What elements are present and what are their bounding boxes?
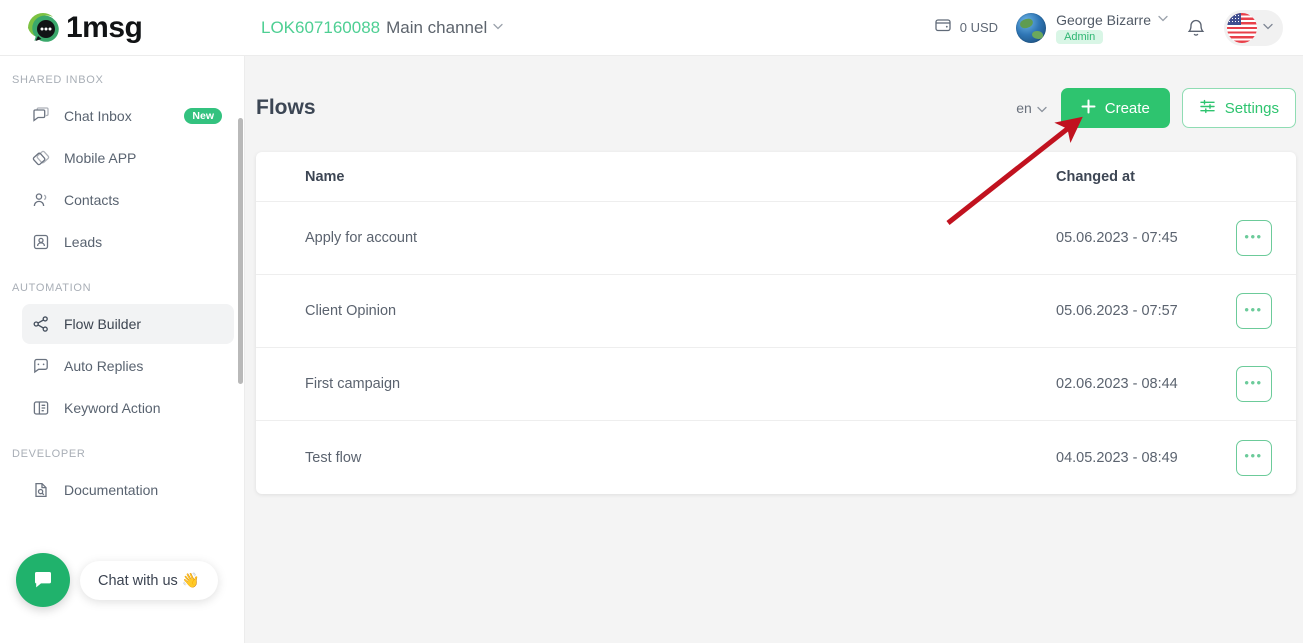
flow-name: First campaign bbox=[305, 376, 401, 392]
sidebar-item-mobile-app[interactable]: Mobile APP bbox=[22, 138, 234, 178]
sidebar-item-label: Leads bbox=[64, 234, 103, 250]
flow-changed-at: 05.06.2023 - 07:57 bbox=[1056, 303, 1178, 319]
sidebar-item-label: Keyword Action bbox=[64, 400, 161, 416]
create-button[interactable]: Create bbox=[1060, 88, 1170, 128]
contacts-icon bbox=[32, 191, 50, 209]
channel-selector[interactable]: LOK607160088 Main channel bbox=[261, 18, 503, 38]
brand-logo[interactable]: 1msg bbox=[0, 0, 245, 56]
chat-bubble-icon bbox=[32, 107, 50, 125]
wallet-icon bbox=[934, 16, 952, 39]
top-bar: 1msg LOK607160088 Main channel 0 USD Geo… bbox=[0, 0, 1303, 56]
page-title: Flows bbox=[256, 96, 316, 119]
settings-button[interactable]: Settings bbox=[1181, 88, 1296, 128]
sidebar-section-automation: AUTOMATION bbox=[12, 282, 92, 294]
sidebar-item-keyword-action[interactable]: Keyword Action bbox=[22, 388, 234, 428]
page-header: Flows en Create Settings bbox=[245, 56, 1303, 134]
sidebar-item-label: Chat Inbox bbox=[64, 108, 132, 124]
chevron-down-icon bbox=[1158, 14, 1168, 25]
table-header-row: Name Changed at bbox=[256, 152, 1296, 202]
language-selector[interactable] bbox=[1224, 9, 1283, 46]
chevron-down-icon bbox=[1037, 100, 1047, 116]
auto-replies-icon bbox=[32, 357, 50, 375]
flow-changed-at: 05.06.2023 - 07:45 bbox=[1056, 230, 1178, 246]
flow-changed-at: 02.06.2023 - 08:44 bbox=[1056, 376, 1178, 392]
sidebar-item-label: Mobile APP bbox=[64, 150, 137, 166]
chat-widget: Chat with us 👋 bbox=[16, 553, 218, 607]
user-role-badge: Admin bbox=[1056, 29, 1104, 44]
row-actions-button[interactable]: ••• bbox=[1235, 220, 1272, 256]
sidebar-section-shared-inbox: SHARED INBOX bbox=[12, 74, 104, 86]
share-nodes-icon bbox=[32, 315, 50, 333]
keyword-icon bbox=[32, 399, 50, 417]
table-row[interactable]: Test flow 04.05.2023 - 08:49 ••• bbox=[256, 421, 1296, 494]
mobile-app-icon bbox=[32, 149, 50, 167]
sidebar-item-auto-replies[interactable]: Auto Replies bbox=[22, 346, 234, 386]
table-row[interactable]: First campaign 02.06.2023 - 08:44 ••• bbox=[256, 348, 1296, 421]
create-button-label: Create bbox=[1104, 99, 1150, 117]
chevron-down-icon bbox=[493, 22, 503, 33]
leads-icon bbox=[32, 233, 50, 251]
sidebar-item-chat-inbox[interactable]: Chat Inbox New bbox=[22, 96, 234, 136]
sidebar-item-leads[interactable]: Leads bbox=[22, 222, 234, 262]
bell-icon[interactable] bbox=[1186, 17, 1206, 38]
row-actions-button[interactable]: ••• bbox=[1235, 366, 1272, 402]
chevron-down-icon bbox=[1263, 22, 1273, 33]
row-actions-button[interactable]: ••• bbox=[1235, 439, 1272, 476]
flow-name: Apply for account bbox=[305, 230, 418, 246]
1msg-logo-icon bbox=[24, 10, 64, 46]
main-content: Flows en Create Settings Name Changed at… bbox=[245, 56, 1303, 643]
brand-name: 1msg bbox=[66, 10, 143, 44]
new-badge: New bbox=[184, 108, 222, 124]
plus-icon bbox=[1081, 99, 1096, 118]
earth-avatar bbox=[1016, 12, 1047, 43]
chat-icon[interactable] bbox=[16, 553, 70, 607]
flow-name: Client Opinion bbox=[305, 303, 397, 319]
wallet-amount: 0 USD bbox=[959, 20, 999, 35]
column-header-name: Name bbox=[305, 168, 345, 185]
sidebar-section-developer: DEVELOPER bbox=[12, 448, 86, 460]
flows-table: Name Changed at Apply for account 05.06.… bbox=[256, 152, 1296, 494]
sliders-icon bbox=[1199, 98, 1216, 119]
sidebar-item-label: Auto Replies bbox=[64, 358, 144, 374]
sidebar-item-label: Contacts bbox=[64, 192, 120, 208]
content-language-value: en bbox=[1016, 100, 1032, 116]
sidebar-item-label: Documentation bbox=[64, 482, 159, 498]
us-flag-icon bbox=[1227, 12, 1257, 43]
user-menu[interactable]: George Bizarre Admin bbox=[1016, 12, 1168, 44]
channel-id: LOK607160088 bbox=[261, 17, 381, 37]
sidebar-item-label: Flow Builder bbox=[64, 316, 142, 332]
channel-name: Main channel bbox=[386, 17, 488, 37]
column-header-changed-at: Changed at bbox=[1056, 168, 1135, 185]
flow-changed-at: 04.05.2023 - 08:49 bbox=[1056, 449, 1178, 466]
row-actions-button[interactable]: ••• bbox=[1235, 293, 1272, 329]
wallet-balance[interactable]: 0 USD bbox=[934, 16, 998, 39]
chat-with-us-label[interactable]: Chat with us 👋 bbox=[80, 560, 218, 600]
table-row[interactable]: Client Opinion 05.06.2023 - 07:57 ••• bbox=[256, 275, 1296, 348]
sidebar-item-contacts[interactable]: Contacts bbox=[22, 180, 234, 220]
sidebar-item-documentation[interactable]: Documentation bbox=[22, 470, 234, 510]
flow-name: Test flow bbox=[305, 449, 362, 466]
header-actions: en Create Settings bbox=[1016, 88, 1296, 128]
sidebar-item-flow-builder[interactable]: Flow Builder bbox=[22, 304, 234, 344]
user-name: George Bizarre bbox=[1056, 11, 1151, 28]
document-search-icon bbox=[32, 481, 50, 499]
settings-button-label: Settings bbox=[1224, 99, 1279, 117]
top-bar-right: 0 USD George Bizarre Admin bbox=[934, 9, 1303, 46]
content-language-selector[interactable]: en bbox=[1016, 100, 1047, 116]
sidebar-scrollbar[interactable] bbox=[238, 118, 243, 384]
table-row[interactable]: Apply for account 05.06.2023 - 07:45 ••• bbox=[256, 202, 1296, 275]
